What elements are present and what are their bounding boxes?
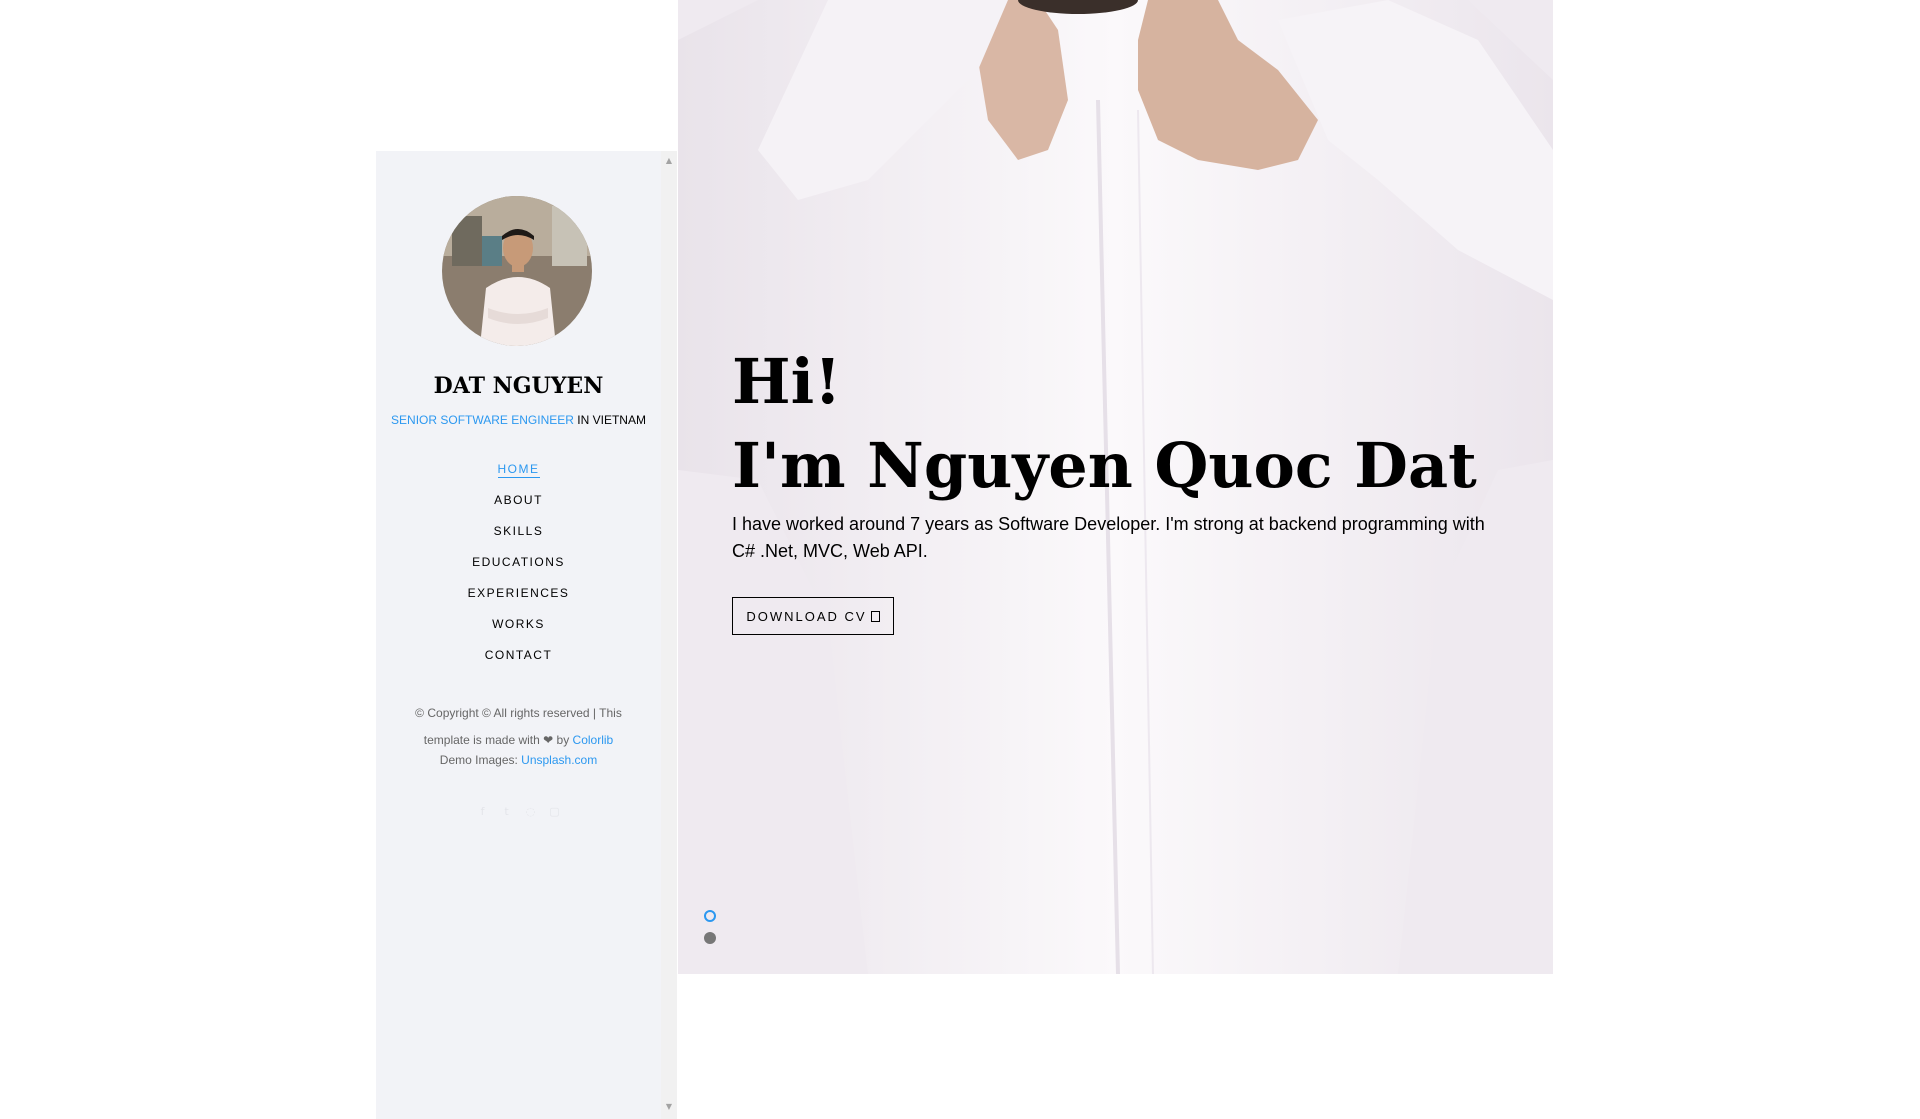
instagram-icon[interactable]: ◌ (524, 805, 538, 819)
demo-images-credit: Demo Images: Unsplash.com (396, 753, 641, 767)
colorlib-link[interactable]: Colorlib (573, 733, 614, 747)
download-cv-label: DOWNLOAD CV (746, 609, 867, 624)
demo-images-label: Demo Images: (439, 753, 522, 767)
copyright: © Copyright © All rights reserved | This… (396, 700, 641, 754)
nav-link-skills[interactable]: SKILLS (494, 524, 544, 539)
download-icon (870, 611, 880, 622)
hero-headline: I'm Nguyen Quoc Dat (732, 429, 1477, 502)
hero-slider: Hi! I'm Nguyen Quoc Dat I have worked ar… (678, 0, 1553, 974)
avatar (442, 196, 592, 346)
avatar-photo (442, 196, 592, 346)
nav-item-experiences: EXPERIENCES (376, 582, 661, 613)
site-name: DAT NGUYEN (433, 373, 604, 399)
nav-item-works: WORKS (376, 613, 661, 644)
nav-link-about[interactable]: ABOUT (494, 493, 543, 508)
nav-link-contact[interactable]: CONTACT (485, 648, 553, 663)
slider-dot-1[interactable] (704, 910, 716, 922)
nav-item-about: ABOUT (376, 489, 661, 520)
tagline-location: IN VIETNAM (573, 413, 646, 427)
nav-item-home: HOME (376, 458, 661, 489)
social-links: f t ◌ ▢ (376, 800, 661, 819)
nav-item-skills: SKILLS (376, 520, 661, 551)
download-cv-button[interactable]: DOWNLOAD CV (732, 597, 894, 635)
facebook-icon[interactable]: f (476, 805, 490, 819)
tagline: SENIOR SOFTWARE ENGINEER IN VIETNAM (376, 413, 661, 427)
nav-item-educations: EDUCATIONS (376, 551, 661, 582)
page: ▲ ▼ DAT NGUYEN SENIOR SOFTWARE ENGINEER … (0, 0, 1920, 1119)
scroll-down-arrow-icon[interactable]: ▼ (661, 1101, 677, 1113)
main-nav: HOME ABOUT SKILLS EDUCATIONS EXPERIENCES… (376, 458, 661, 675)
unsplash-link[interactable]: Unsplash.com (521, 753, 597, 767)
tagline-role: SENIOR SOFTWARE ENGINEER (391, 413, 574, 427)
hero-greeting: Hi! (732, 345, 842, 418)
hero-title: Hi! I'm Nguyen Quoc Dat (732, 340, 1477, 508)
nav-link-experiences[interactable]: EXPERIENCES (468, 586, 570, 601)
linkedin-icon[interactable]: ▢ (548, 805, 562, 819)
nav-link-works[interactable]: WORKS (492, 617, 545, 632)
scroll-up-arrow-icon[interactable]: ▲ (661, 155, 677, 167)
nav-link-educations[interactable]: EDUCATIONS (472, 555, 565, 570)
twitter-icon[interactable]: t (500, 805, 514, 819)
slider-dot-2[interactable] (704, 932, 716, 944)
nav-link-home[interactable]: HOME (497, 462, 540, 478)
sidebar-scrollbar[interactable]: ▲ ▼ (661, 151, 677, 1119)
hero-description: I have worked around 7 years as Software… (732, 514, 1485, 561)
nav-item-contact: CONTACT (376, 644, 661, 675)
